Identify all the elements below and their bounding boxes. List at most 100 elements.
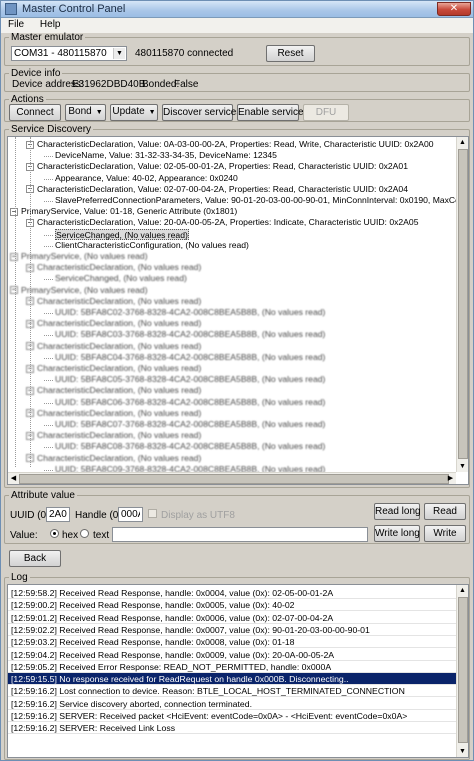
tree-node[interactable]: CharacteristicDeclaration, (No values re… xyxy=(37,262,201,273)
log-entry[interactable]: [12:59:02.2] Received Read Response, han… xyxy=(8,624,457,636)
log-entry[interactable]: [12:59:03.2] Received Read Response, han… xyxy=(8,636,457,649)
dfu-button[interactable]: DFU xyxy=(303,104,349,121)
collapse-icon[interactable]: − xyxy=(10,252,18,261)
log-legend: Log xyxy=(11,572,28,583)
update-button-label: Update xyxy=(112,106,145,117)
tree-hscroll-thumb[interactable] xyxy=(19,474,449,484)
tree-connector xyxy=(44,469,53,471)
tree-node[interactable]: PrimaryService, (No values read) xyxy=(21,251,148,262)
main-window: Master Control Panel ✕ File Help Master … xyxy=(0,0,474,761)
collapse-icon[interactable]: − xyxy=(10,286,18,295)
tree-node[interactable]: CharacteristicDeclaration, (No values re… xyxy=(37,341,201,352)
scroll-up-icon[interactable]: ▲ xyxy=(457,585,468,596)
enable-services-button[interactable]: Enable services xyxy=(237,104,309,121)
scroll-up-icon[interactable]: ▲ xyxy=(457,137,468,148)
tree-node[interactable]: Appearance, Value: 40-02, Appearance: 0x… xyxy=(55,173,238,184)
read-button[interactable]: Read xyxy=(424,503,466,520)
tree-node[interactable]: CharacteristicDeclaration, (No values re… xyxy=(37,385,201,396)
menu-file[interactable]: File xyxy=(1,18,30,30)
log-entry[interactable]: [12:59:04.2] Received Read Response, han… xyxy=(8,649,457,661)
log-scroll-thumb[interactable] xyxy=(458,597,468,743)
bond-button[interactable]: Bond ▼ xyxy=(65,104,106,121)
tree-node[interactable]: CharacteristicDeclaration, (No values re… xyxy=(37,408,201,419)
tree-node[interactable]: UUID: 5BFA8C05-3768-8328-4CA2-008C8BEA5B… xyxy=(55,374,325,385)
log-entry[interactable]: [12:59:16.2] SERVER: Received packet <Hc… xyxy=(8,710,457,722)
log-entry[interactable]: [12:59:01.2] Received Read Response, han… xyxy=(8,612,457,624)
read-long-button[interactable]: Read long xyxy=(374,503,421,520)
tree-node[interactable]: ClientCharacteristicConfiguration, (No v… xyxy=(55,240,249,251)
tree-node[interactable]: CharacteristicDeclaration, Value: 0A-03-… xyxy=(37,139,434,150)
port-select[interactable]: COM31 - 480115870 ▼ xyxy=(11,46,127,61)
tree-connector xyxy=(44,234,53,236)
tree-node[interactable]: UUID: 5BFA8C06-3768-8328-4CA2-008C8BEA5B… xyxy=(55,397,325,408)
tree-horizontal-scrollbar[interactable]: ◀ ▶ xyxy=(8,472,456,484)
tree-node[interactable]: UUID: 5BFA8C03-3768-8328-4CA2-008C8BEA5B… xyxy=(55,329,325,340)
scroll-down-icon[interactable]: ▼ xyxy=(457,746,468,757)
tree-node[interactable]: CharacteristicDeclaration, (No values re… xyxy=(37,318,201,329)
hex-radio[interactable] xyxy=(50,529,59,538)
tree-connector xyxy=(44,335,53,337)
tree-node[interactable]: ServiceChanged, (No values read) xyxy=(55,273,187,284)
tree-node[interactable]: DeviceName, Value: 31-32-33-34-35, Devic… xyxy=(55,150,277,161)
text-radio[interactable] xyxy=(80,529,89,538)
log-entry[interactable]: [12:59:15.5] No response received for Re… xyxy=(8,673,457,686)
log-entry[interactable]: [12:59:05.2] Received Error Response: RE… xyxy=(8,661,457,673)
emulator-status: 480115870 connected xyxy=(135,48,234,59)
tree-node[interactable]: CharacteristicDeclaration, Value: 02-07-… xyxy=(37,184,408,195)
log-list[interactable]: [12:59:58.2] Received Read Response, han… xyxy=(7,584,469,758)
tree-guide-line xyxy=(30,137,31,467)
title-bar[interactable]: Master Control Panel ✕ xyxy=(1,1,473,18)
tree-node[interactable]: UUID: 5BFA8C04-3768-8328-4CA2-008C8BEA5B… xyxy=(55,352,325,363)
scroll-left-icon[interactable]: ◀ xyxy=(8,473,19,484)
tree-node[interactable]: CharacteristicDeclaration, (No values re… xyxy=(37,363,201,374)
scroll-right-icon[interactable]: ▶ xyxy=(445,473,456,484)
tree-node[interactable]: UUID: 5BFA8C08-3768-8328-4CA2-008C8BEA5B… xyxy=(55,441,325,452)
log-entry[interactable]: [12:59:16.2] Service discovery aborted, … xyxy=(8,698,457,710)
tree-connector xyxy=(44,279,53,281)
app-icon xyxy=(5,3,17,15)
log-entry[interactable]: [12:59:58.2] Received Read Response, han… xyxy=(8,587,457,599)
close-icon[interactable]: ✕ xyxy=(437,2,471,16)
tree-node[interactable]: CharacteristicDeclaration, (No values re… xyxy=(37,453,201,464)
tree-node[interactable]: CharacteristicDeclaration, (No values re… xyxy=(37,430,201,441)
value-label: Value: xyxy=(10,530,38,541)
tree-node[interactable]: CharacteristicDeclaration, Value: 02-05-… xyxy=(37,161,408,172)
text-label: text xyxy=(93,530,110,541)
service-tree[interactable]: CharacteristicDeclaration, Value: 0A-03-… xyxy=(7,136,469,485)
tree-node[interactable]: ServiceChanged, (No values read) xyxy=(55,228,189,240)
tree-node[interactable]: PrimaryService, (No values read) xyxy=(21,285,148,296)
tree-scroll-thumb[interactable] xyxy=(458,149,468,459)
chevron-down-icon[interactable]: ▼ xyxy=(113,48,125,59)
tree-node[interactable]: UUID: 5BFA8C02-3768-8328-4CA2-008C8BEA5B… xyxy=(55,307,325,318)
write-long-button[interactable]: Write long xyxy=(374,525,420,542)
discover-services-button[interactable]: Discover services xyxy=(162,104,241,121)
tree-connector xyxy=(44,178,53,180)
log-entry[interactable]: [12:59:16.2] SERVER: Received Link Loss xyxy=(8,722,457,735)
connect-button[interactable]: Connect xyxy=(9,104,61,121)
scroll-down-icon[interactable]: ▼ xyxy=(457,461,468,472)
tree-node[interactable]: CharacteristicDeclaration, Value: 20-0A-… xyxy=(37,217,418,228)
handle-field[interactable] xyxy=(118,507,143,522)
write-button[interactable]: Write xyxy=(424,525,466,542)
menu-help[interactable]: Help xyxy=(33,18,67,30)
value-input[interactable] xyxy=(112,527,368,542)
tree-node[interactable]: SlavePreferredConnectionParameters, Valu… xyxy=(55,195,468,206)
tree-connector xyxy=(44,245,53,247)
utf8-checkbox[interactable] xyxy=(148,509,157,518)
utf8-label: Display as UTF8 xyxy=(161,510,235,521)
back-button[interactable]: Back xyxy=(9,550,61,567)
log-entry[interactable]: [12:59:16.2] Lost connection to device. … xyxy=(8,685,457,698)
tree-node[interactable]: UUID: 5BFA8C07-3768-8328-4CA2-008C8BEA5B… xyxy=(55,419,325,430)
tree-connector xyxy=(44,380,53,382)
reset-button[interactable]: Reset xyxy=(266,45,315,62)
chevron-down-icon: ▼ xyxy=(95,109,103,116)
tree-vertical-scrollbar[interactable]: ▲ ▼ xyxy=(456,137,468,472)
tree-node[interactable]: CharacteristicDeclaration, (No values re… xyxy=(37,296,201,307)
tree-node[interactable]: PrimaryService, Value: 01-18, Generic At… xyxy=(21,206,237,217)
window-title: Master Control Panel xyxy=(22,3,126,15)
log-entry[interactable]: [12:59:00.2] Received Read Response, han… xyxy=(8,599,457,612)
log-vertical-scrollbar[interactable]: ▲ ▼ xyxy=(456,585,468,757)
update-button[interactable]: Update ▼ xyxy=(110,104,158,121)
collapse-icon[interactable]: − xyxy=(10,207,18,216)
uuid-field[interactable] xyxy=(46,507,70,522)
